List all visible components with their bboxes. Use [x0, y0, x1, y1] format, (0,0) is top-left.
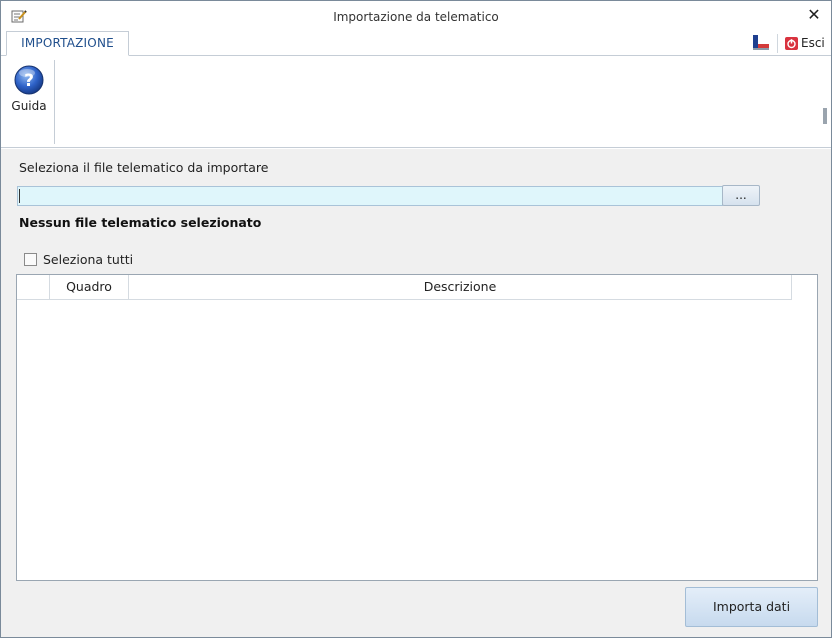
- exit-label: Esci: [801, 36, 825, 50]
- quadri-grid[interactable]: Quadro Descrizione: [16, 274, 818, 581]
- help-icon: ?: [14, 65, 44, 95]
- browse-button[interactable]: ...: [722, 185, 760, 206]
- file-path-input[interactable]: [17, 186, 723, 206]
- main-content: Seleziona il file telematico da importar…: [1, 149, 831, 637]
- file-status-text: Nessun file telematico selezionato: [19, 215, 262, 230]
- guida-label: Guida: [11, 99, 47, 113]
- select-all-label: Seleziona tutti: [43, 252, 134, 267]
- exit-button[interactable]: Esci: [785, 35, 825, 51]
- column-header-select[interactable]: [17, 275, 50, 299]
- title-bar: Importazione da telematico ✕: [1, 1, 831, 31]
- column-header-descrizione[interactable]: Descrizione: [129, 275, 792, 299]
- window-title: Importazione da telematico: [333, 10, 499, 24]
- tab-importazione[interactable]: IMPORTAZIONE: [6, 31, 129, 56]
- text-caret: [19, 189, 20, 203]
- select-all-checkbox[interactable]: [24, 253, 37, 266]
- ribbon-tab-strip: IMPORTAZIONE Esci: [1, 31, 831, 56]
- flag-icon[interactable]: [753, 35, 769, 50]
- tab-strip-separator: [777, 34, 778, 53]
- select-all-option[interactable]: Seleziona tutti: [24, 252, 133, 267]
- close-button[interactable]: ✕: [805, 6, 823, 24]
- import-data-button[interactable]: Importa dati: [685, 587, 818, 627]
- column-header-quadro[interactable]: Quadro: [50, 275, 129, 299]
- ribbon-panel: ? Guida: [1, 56, 831, 148]
- svg-text:?: ?: [24, 71, 34, 91]
- ribbon-group-separator: [54, 60, 55, 144]
- power-icon: [785, 36, 798, 50]
- guida-button[interactable]: ? Guida: [7, 64, 51, 124]
- grid-header: Quadro Descrizione: [17, 275, 792, 300]
- import-dialog-window: Importazione da telematico ✕ IMPORTAZION…: [0, 0, 832, 638]
- ribbon-scroll-indicator: [823, 108, 827, 124]
- file-select-label: Seleziona il file telematico da importar…: [19, 160, 269, 175]
